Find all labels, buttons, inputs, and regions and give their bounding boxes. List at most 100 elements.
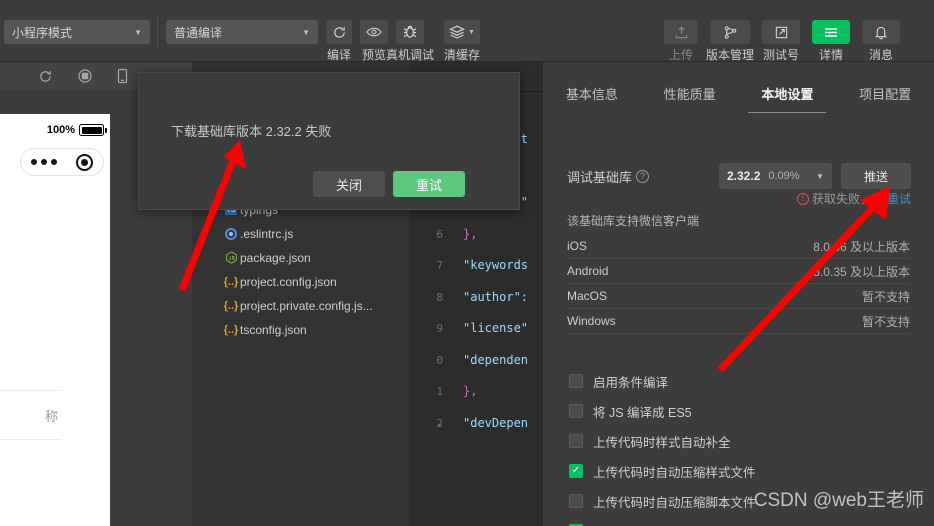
code-line: "keywords: [463, 258, 529, 272]
code-line: "devDepen: [463, 415, 529, 430]
battery-icon: [79, 124, 107, 136]
chevron-down-icon: ▼: [816, 171, 824, 181]
push-button[interactable]: 推送: [841, 163, 911, 189]
support-os: Windows: [567, 314, 616, 328]
test-id-button[interactable]: [762, 20, 800, 44]
bell-icon: [874, 25, 888, 40]
clear-cache-label: 清缓存: [443, 48, 480, 62]
support-os: MacOS: [567, 289, 608, 303]
dialog-close-button[interactable]: 关闭: [313, 171, 385, 197]
detail-panel: 基本信息 性能质量 本地设置 项目配置 调试基础库 ? 2.32.2 0.09%…: [543, 62, 934, 526]
version-manage-label: 版本管理: [705, 48, 754, 62]
support-title: 该基础库支持微信客户端: [567, 214, 700, 228]
message-label: 消息: [868, 48, 893, 62]
support-value: 8.0.36 及以上版本: [813, 239, 910, 254]
checkbox-input[interactable]: [569, 464, 583, 478]
chevron-down-icon: ▼: [302, 27, 310, 37]
detail-label: 详情: [818, 48, 843, 62]
download-failed-dialog: 下载基础库版本 2.32.2 失败 关闭 重试: [138, 72, 520, 210]
tree-item-label: project.private.config.js...: [240, 299, 373, 313]
hamburger-icon: [823, 26, 839, 38]
record-icon[interactable]: [77, 68, 93, 84]
compile-label: 编译: [326, 48, 351, 62]
mode-select[interactable]: 小程序模式 ▼: [4, 20, 150, 44]
json-icon: {..}: [223, 324, 239, 336]
checkbox-input[interactable]: [569, 434, 583, 448]
nodejs-icon: [222, 251, 240, 265]
message-button[interactable]: [862, 20, 900, 44]
eslint-icon: [222, 228, 240, 240]
tree-item-project-config[interactable]: {..} project.config.json: [192, 272, 410, 292]
retry-link[interactable]: 重试: [887, 190, 911, 207]
support-value: 暂不支持: [861, 289, 910, 304]
chevron-down-icon: ▼: [134, 27, 142, 37]
fold-slot: [436, 376, 450, 408]
preview-button[interactable]: [360, 20, 388, 44]
base-library-percent: 0.09%: [768, 170, 800, 182]
base-library-version: 2.32.2: [727, 169, 761, 183]
checkbox-row-conditional-compile[interactable]: 启用条件编译: [569, 366, 909, 396]
simulator-screen[interactable]: 100% 称: [0, 114, 110, 526]
upload-button[interactable]: [664, 20, 698, 44]
json-icon: {..}: [223, 300, 239, 312]
real-device-debug-label: 真机调试: [385, 48, 434, 62]
capsule-button[interactable]: [20, 148, 104, 176]
tree-item-eslintrc[interactable]: .eslintrc.js: [192, 224, 410, 244]
device-icon[interactable]: [117, 68, 128, 84]
json-icon: {..}: [223, 276, 239, 288]
refresh-icon[interactable]: [38, 69, 53, 84]
code-line: },: [463, 384, 478, 398]
target-icon[interactable]: [76, 153, 94, 171]
checkbox-label: 上传代码时样式自动补全: [593, 435, 731, 450]
support-value: 8.0.35 及以上版本: [813, 264, 910, 279]
mode-select-value: 小程序模式: [12, 25, 73, 40]
simulator-status-bar: 100%: [46, 124, 107, 136]
battery-percent: 100%: [46, 124, 75, 136]
compile-mode-value: 普通编译: [174, 25, 223, 40]
dialog-message: 下载基础库版本 2.32.2 失败: [171, 124, 332, 139]
toolbar-divider: [157, 17, 158, 47]
checkbox-row-style-autocomplete[interactable]: 上传代码时样式自动补全: [569, 426, 909, 456]
fetch-error-text: 获取失败，请: [811, 192, 884, 206]
tab-local-settings[interactable]: 本地设置: [739, 80, 837, 103]
branch-icon: [723, 25, 738, 40]
version-manage-button[interactable]: [710, 20, 750, 44]
error-circle-icon: !: [796, 192, 809, 205]
checkbox-label: 上传代码时自动压缩脚本文件: [593, 495, 756, 510]
chevron-down-icon: ▼: [468, 28, 475, 36]
fold-slot: [436, 219, 450, 251]
checkbox-row-compress-style[interactable]: 上传代码时自动压缩样式文件: [569, 456, 909, 486]
tab-basic-info[interactable]: 基本信息: [543, 80, 641, 103]
checkbox-row-js-to-es5[interactable]: 将 JS 编译成 ES5: [569, 396, 909, 426]
external-link-icon: [774, 25, 789, 40]
upload-icon: [674, 25, 689, 40]
chevron-down-icon[interactable]: ⌄: [436, 408, 450, 440]
fetch-error-message: ! 获取失败，请 重试: [796, 190, 911, 207]
tab-performance[interactable]: 性能质量: [641, 80, 739, 103]
tree-item-package-json[interactable]: package.json: [192, 248, 410, 268]
checkbox-row-compress-wxml[interactable]: 上传代码时自动压缩wxml文件: [569, 516, 909, 526]
checkbox-input[interactable]: [569, 374, 583, 388]
support-os: Android: [567, 264, 609, 278]
simulator-input-field[interactable]: 称: [0, 390, 62, 440]
tree-item-tsconfig[interactable]: {..} tsconfig.json: [192, 320, 410, 340]
top-toolbar: 小程序模式 ▼ 普通编译 ▼ 编译 预览 真机调试 ▼ 清缓存 上传 版本管理 …: [0, 0, 934, 62]
tree-item-label: project.config.json: [240, 275, 337, 289]
compile-mode-select[interactable]: 普通编译 ▼: [166, 20, 318, 44]
more-dots-icon[interactable]: [30, 159, 57, 165]
app-root: 小程序模式 ▼ 普通编译 ▼ 编译 预览 真机调试 ▼ 清缓存 上传 版本管理 …: [0, 0, 934, 526]
question-icon[interactable]: ?: [636, 169, 650, 183]
tree-item-label: .eslintrc.js: [240, 227, 294, 241]
compile-button[interactable]: [326, 20, 352, 44]
fold-slot: [436, 313, 450, 345]
dialog-retry-button[interactable]: 重试: [393, 171, 465, 197]
checkbox-input[interactable]: [569, 404, 583, 418]
tab-project-config[interactable]: 项目配置: [836, 80, 934, 103]
code-line: "dependen: [463, 352, 529, 367]
detail-button[interactable]: [812, 20, 850, 44]
real-device-debug-button[interactable]: [396, 20, 424, 44]
tree-item-project-private-config[interactable]: {..} project.private.config.js...: [192, 296, 410, 316]
clear-cache-button[interactable]: ▼: [444, 20, 480, 44]
checkbox-input[interactable]: [569, 494, 583, 508]
base-library-version-select[interactable]: 2.32.2 0.09% ▼: [719, 163, 832, 189]
